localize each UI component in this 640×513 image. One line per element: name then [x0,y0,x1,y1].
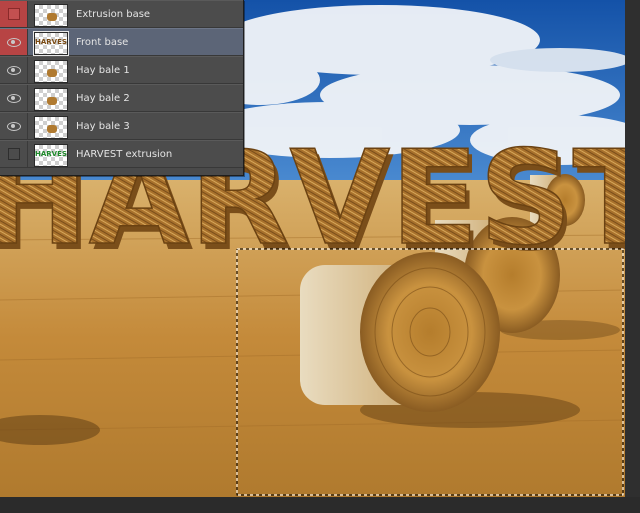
eye-icon[interactable] [0,113,28,139]
bale-glyph [47,125,57,133]
bale-thumbnail[interactable] [34,88,68,111]
layer-row[interactable]: Hay bale 1 [0,56,243,84]
layer-row[interactable]: HARVEST Front base [0,28,243,56]
eye-glyph [6,121,21,131]
bale-thumbnail[interactable] [34,116,68,139]
thumbnail-text: HARVEST [35,150,67,158]
layer-name[interactable]: Front base [76,29,128,57]
layer-row[interactable]: Hay bale 2 [0,84,243,112]
harvest-text-thumbnail[interactable]: HARVEST [34,144,68,167]
thumbnail-text: HARVEST [35,38,67,46]
harvest-text-thumbnail[interactable]: HARVEST [33,31,69,56]
eye-icon[interactable] [0,57,28,83]
eye-glyph [6,37,21,47]
eye-icon[interactable] [0,29,28,55]
layer-name[interactable]: Hay bale 2 [76,85,130,113]
bale-glyph [47,13,57,21]
visibility-off-icon[interactable] [0,1,28,27]
layer-name[interactable]: Hay bale 1 [76,57,130,85]
front-bale [300,252,500,412]
eye-icon[interactable] [0,85,28,111]
layer-row[interactable]: Hay bale 3 [0,112,243,140]
bale-thumbnail[interactable] [34,60,68,83]
empty-box-glyph [7,148,20,160]
bale-thumbnail[interactable] [34,4,68,27]
eye-glyph [6,93,21,103]
bale-glyph [47,69,57,77]
visibility-off-icon[interactable] [0,141,28,167]
scrollbar-strip[interactable] [625,0,640,513]
status-strip [0,497,640,513]
layers-panel: Extrusion baseHARVESTFront baseHay bale … [0,0,244,176]
layer-row[interactable]: HARVEST HARVEST extrusion [0,140,243,168]
layer-name[interactable]: Hay bale 3 [76,113,130,141]
bale-glyph [47,97,57,105]
layer-name[interactable]: Extrusion base [76,1,150,29]
layer-name[interactable]: HARVEST extrusion [76,141,172,169]
eye-glyph [6,65,21,75]
empty-box-glyph [7,8,20,20]
layer-row[interactable]: Extrusion base [0,0,243,28]
